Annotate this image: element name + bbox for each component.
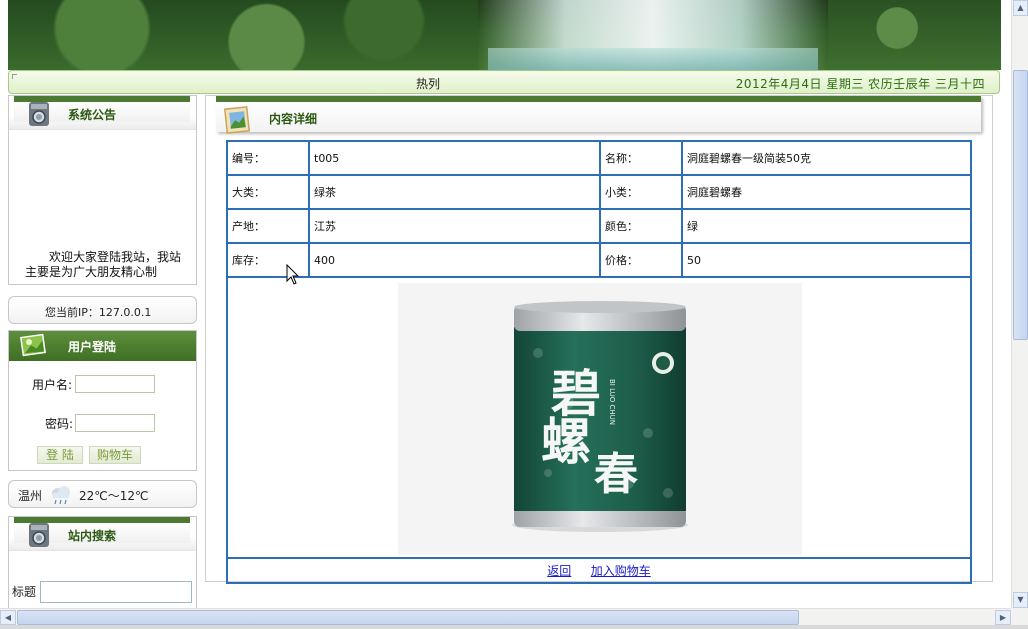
weather-temperature: 22℃～12℃ — [79, 489, 149, 503]
date-text: 2012年4月4日 星期三 农历壬辰年 三月十四 — [735, 77, 985, 91]
table-row: 大类： 绿茶 小类： 洞庭碧螺春 — [226, 174, 972, 210]
washing-machine-icon — [29, 102, 49, 126]
scrollbar-corner — [1011, 608, 1028, 625]
username-label: 用户名: — [32, 378, 73, 392]
login-title: 用户登陆 — [68, 340, 117, 354]
banner-foliage-right — [828, 0, 1001, 70]
weather-city: 温州 — [18, 489, 43, 503]
category-label: 大类： — [226, 174, 310, 210]
product-detail-table: 编号： t005 名称： 洞庭碧螺春一级简装50克 大类： 绿茶 小类： 洞庭碧… — [226, 140, 972, 584]
vertical-scroll-thumb[interactable] — [1013, 70, 1028, 340]
price-label: 价格： — [599, 242, 683, 278]
rain-cloud-icon — [52, 486, 70, 505]
login-panel-header: 用户登陆 — [9, 331, 196, 361]
search-panel-header: 站内搜索 — [9, 517, 196, 551]
subcategory-value: 洞庭碧螺春 — [681, 174, 972, 210]
can-text-char: 春 — [594, 449, 638, 500]
can-subtext: BI LUO CHUN — [608, 379, 616, 425]
table-row: 编号： t005 名称： 洞庭碧螺春一级简装50克 — [226, 140, 972, 176]
notice-panel: 系统公告 欢迎大家登陆我站，我站主要是为广大朋友精心制 — [8, 95, 197, 285]
table-row: 碧螺春 BI LUO CHUN — [226, 276, 972, 559]
notice-text: 欢迎大家登陆我站，我站主要是为广大朋友精心制 — [25, 250, 182, 279]
login-panel: 用户登陆 用户名: 密码: 登 陆 购物车 — [8, 330, 197, 471]
window-bottom-edge — [0, 625, 1028, 629]
content-panel: 内容详细 编号： t005 名称： 洞庭碧螺春一级简装50克 大类： 绿茶 小类… — [205, 95, 993, 584]
category-value: 绿茶 — [308, 174, 601, 210]
weather-box: 温州 22℃～12℃ — [8, 480, 197, 508]
scroll-down-arrow-icon[interactable]: ▼ — [1013, 592, 1028, 608]
notice-title: 系统公告 — [68, 108, 117, 122]
ip-text: 您当前IP：127.0.0.1 — [45, 306, 152, 319]
table-row: 产地： 江苏 颜色： 绿 — [226, 208, 972, 244]
stock-value: 400 — [308, 242, 601, 278]
add-to-cart-link[interactable]: 加入购物车 — [591, 564, 651, 578]
name-value: 洞庭碧螺春一级简装50克 — [681, 140, 972, 176]
product-image: 碧螺春 BI LUO CHUN — [398, 283, 802, 555]
password-label: 密码: — [45, 417, 74, 431]
page-viewport: 热列 2012年4月4日 星期三 农历壬辰年 三月十四 系统公告 欢迎大家登陆我… — [0, 0, 1011, 608]
password-input[interactable] — [75, 414, 155, 432]
notice-panel-header: 系统公告 — [9, 96, 196, 130]
username-input[interactable] — [75, 375, 155, 393]
vertical-scrollbar[interactable]: ▲ ▼ — [1011, 0, 1028, 608]
table-row: 库存： 400 价格： 50 — [226, 242, 972, 278]
marquee-corner — [12, 74, 17, 79]
color-label: 颜色： — [599, 208, 683, 244]
cart-button[interactable]: 购物车 — [89, 446, 141, 464]
scroll-right-arrow-icon[interactable]: ▶ — [995, 610, 1011, 625]
banner-foliage-left — [8, 0, 478, 70]
price-value: 50 — [681, 242, 972, 278]
ip-box: 您当前IP：127.0.0.1 — [8, 296, 197, 324]
washing-machine-icon — [29, 523, 49, 547]
picture-icon — [20, 333, 46, 357]
product-image-cell: 碧螺春 BI LUO CHUN — [226, 276, 972, 559]
marquee-text: 热列 — [416, 77, 441, 91]
actions-cell: 返回 加入购物车 — [226, 557, 972, 584]
horizontal-scrollbar[interactable]: ◀ ▶ — [0, 608, 1011, 625]
header-banner — [8, 0, 1001, 70]
subcategory-label: 小类： — [599, 174, 683, 210]
code-label: 编号： — [226, 140, 310, 176]
scroll-up-arrow-icon[interactable]: ▲ — [1013, 0, 1028, 16]
search-panel: 站内搜索 标题 — [8, 516, 197, 608]
content-header: 内容详细 — [216, 96, 981, 134]
origin-value: 江苏 — [308, 208, 601, 244]
marquee-bar: 热列 2012年4月4日 星期三 农历壬辰年 三月十四 — [8, 70, 1000, 94]
table-row: 返回 加入购物车 — [226, 557, 972, 584]
name-label: 名称： — [599, 140, 683, 176]
scroll-left-arrow-icon[interactable]: ◀ — [0, 610, 16, 625]
search-label: 标题 — [12, 585, 37, 599]
search-title: 站内搜索 — [68, 529, 117, 543]
color-value: 绿 — [681, 208, 972, 244]
back-link[interactable]: 返回 — [547, 564, 571, 578]
login-button[interactable]: 登 陆 — [37, 446, 83, 464]
tea-can-image: 碧螺春BI LUO CHUN — [512, 301, 688, 532]
content-title: 内容详细 — [269, 112, 318, 126]
mouse-cursor-icon — [286, 264, 300, 285]
picture-frame-icon — [223, 106, 251, 134]
horizontal-scroll-thumb[interactable] — [17, 610, 799, 625]
code-value: t005 — [308, 140, 601, 176]
can-text-char: 螺 — [541, 412, 591, 471]
search-input[interactable] — [40, 581, 192, 603]
origin-label: 产地： — [226, 208, 310, 244]
banner-pool — [488, 48, 818, 70]
